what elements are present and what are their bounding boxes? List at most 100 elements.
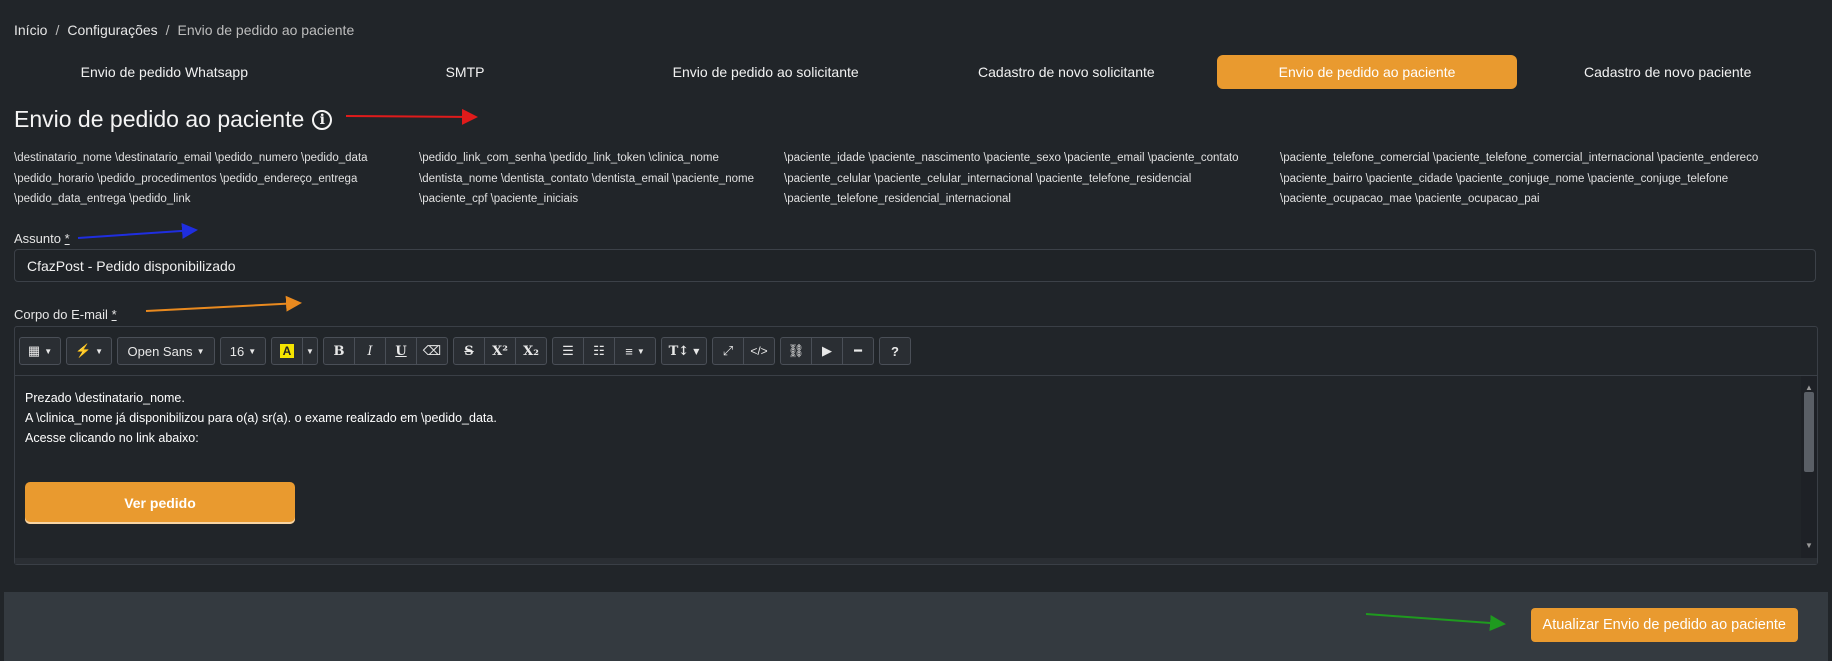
- settings-tabs: Envio de pedido Whatsapp SMTP Envio de p…: [14, 55, 1818, 89]
- variable-line: \paciente_ocupacao_mae \paciente_ocupaca…: [1280, 193, 1540, 205]
- variable-line: \paciente_cpf \paciente_iniciais: [419, 193, 579, 205]
- italic-button[interactable]: I: [354, 337, 386, 365]
- font-family-value: Open Sans: [127, 343, 193, 359]
- eraser-icon: ⌫: [422, 343, 442, 358]
- chevron-down-icon: ▼: [44, 346, 53, 356]
- subscript-button[interactable]: X₂: [515, 337, 547, 365]
- highlight-color-button[interactable]: A: [271, 337, 303, 365]
- chevron-down-icon: ▼: [693, 346, 700, 356]
- page-title-row: Envio de pedido ao paciente i: [14, 106, 333, 133]
- color-dropdown-button[interactable]: ▼: [302, 337, 318, 365]
- tab-envio-paciente[interactable]: Envio de pedido ao paciente: [1216, 55, 1518, 89]
- ver-pedido-button[interactable]: Ver pedido: [25, 482, 295, 524]
- subject-label: Assunto *: [14, 231, 70, 246]
- variables-list: \destinatario_nome \destinatario_email \…: [14, 148, 1824, 210]
- blue-annotation-arrow: [77, 222, 198, 239]
- editor-scrollbar[interactable]: ▲ ▼: [1801, 376, 1817, 558]
- strikethrough-button[interactable]: S: [453, 337, 485, 365]
- save-button[interactable]: Atualizar Envio de pedido ao paciente: [1530, 608, 1798, 642]
- variable-line: \paciente_bairro \paciente_cidade \pacie…: [1280, 172, 1729, 185]
- tab-cadastro-paciente[interactable]: Cadastro de novo paciente: [1517, 55, 1818, 89]
- bullet-list-button[interactable]: ☰: [552, 337, 584, 365]
- fullscreen-button[interactable]: ⤢: [712, 337, 744, 365]
- editor-toolbar: ▦ ▼ ⚡ ▼ Open Sans ▼ 16 ▼ A ▼ B I U ⌫ S X² X₂…: [15, 327, 1817, 376]
- info-icon[interactable]: i: [312, 109, 333, 130]
- variable-line: \pedido_horario \pedido_procedimentos \p…: [14, 172, 358, 185]
- chevron-down-icon: ▼: [248, 346, 257, 356]
- breadcrumb-current: Envio de pedido ao paciente: [177, 22, 355, 38]
- variable-line: \paciente_telefone_residencial_internaci…: [784, 193, 1011, 205]
- align-left-icon: ≡: [625, 343, 633, 359]
- help-button[interactable]: ?: [879, 337, 911, 365]
- variable-line: \dentista_nome \dentista_contato \dentis…: [419, 172, 754, 185]
- scroll-down-icon[interactable]: ▼: [1805, 536, 1813, 556]
- editor-content[interactable]: Prezado \destinatario_nome. A \clinica_n…: [15, 376, 1817, 558]
- chevron-down-icon: ▼: [196, 346, 205, 356]
- orange-annotation-arrow: [145, 295, 302, 312]
- tab-whatsapp[interactable]: Envio de pedido Whatsapp: [14, 55, 315, 89]
- align-button[interactable]: ≡ ▼: [614, 337, 656, 365]
- variables-column-1: \destinatario_nome \destinatario_email \…: [14, 148, 368, 210]
- variables-column-2: \pedido_link_com_senha \pedido_link_toke…: [419, 148, 754, 210]
- line-height-button[interactable]: T↕ ▼: [661, 337, 707, 365]
- tab-envio-solicitante[interactable]: Envio de pedido ao solicitante: [615, 55, 916, 89]
- numbered-list-button[interactable]: ☷: [583, 337, 615, 365]
- highlight-icon: A: [279, 344, 295, 358]
- variable-line: \paciente_telefone_comercial \paciente_t…: [1280, 152, 1759, 164]
- body-label: Corpo do E-mail *: [14, 307, 117, 322]
- table-icon: ▦: [27, 343, 41, 358]
- body-label-text: Corpo do E-mail: [14, 307, 108, 322]
- body-line: Acesse clicando no link abaixo:: [25, 431, 199, 445]
- breadcrumb: Início / Configurações / Envio de pedido ao …: [14, 22, 354, 38]
- superscript-button[interactable]: X²: [484, 337, 516, 365]
- breadcrumb-config[interactable]: Configurações: [67, 22, 157, 38]
- horizontal-rule-button[interactable]: ━: [842, 337, 874, 365]
- variable-line: \pedido_data_entrega \pedido_link: [14, 193, 191, 205]
- link-button[interactable]: ⛓: [780, 337, 812, 365]
- body-line: A \clinica_nome já disponibilizou para o…: [25, 411, 497, 425]
- magic-style-button[interactable]: ⚡ ▼: [66, 337, 112, 365]
- variables-column-4: \paciente_telefone_comercial \paciente_t…: [1280, 148, 1758, 210]
- tab-cadastro-solicitante[interactable]: Cadastro de novo solicitante: [916, 55, 1217, 89]
- footer-bar: Atualizar Envio de pedido ao paciente: [4, 592, 1828, 661]
- variables-column-3: \paciente_idade \paciente_nascimento \pa…: [784, 148, 1239, 210]
- editor-resize-handle[interactable]: [15, 558, 1817, 564]
- red-annotation-arrow: [345, 108, 478, 125]
- required-marker: *: [64, 231, 70, 246]
- text-height-icon: T↕: [668, 343, 690, 359]
- body-line: Prezado \destinatario_nome.: [25, 391, 185, 405]
- page-title: Envio de pedido ao paciente: [14, 106, 305, 132]
- chevron-down-icon: ▼: [306, 346, 314, 356]
- minus-icon: ━: [854, 343, 862, 358]
- video-button[interactable]: ▶: [811, 337, 843, 365]
- code-view-button[interactable]: </>: [743, 337, 775, 365]
- breadcrumb-separator: /: [55, 22, 60, 38]
- variable-line: \destinatario_nome \destinatario_email \…: [14, 152, 368, 164]
- fullscreen-icon: ⤢: [722, 343, 734, 358]
- variable-line: \paciente_idade \paciente_nascimento \pa…: [784, 152, 1239, 164]
- subject-input[interactable]: CfazPost - Pedido disponibilizado: [14, 249, 1816, 282]
- numbered-list-icon: ☷: [593, 343, 605, 358]
- eraser-button[interactable]: ⌫: [416, 337, 448, 365]
- font-family-select[interactable]: Open Sans ▼: [117, 337, 215, 365]
- subject-label-text: Assunto: [14, 231, 61, 246]
- link-icon: ⛓: [787, 343, 805, 358]
- tab-smtp[interactable]: SMTP: [315, 55, 616, 89]
- required-marker: *: [111, 307, 117, 322]
- variable-line: \paciente_celular \paciente_celular_inte…: [784, 172, 1192, 185]
- subject-value: CfazPost - Pedido disponibilizado: [27, 257, 236, 274]
- bold-button[interactable]: B: [323, 337, 355, 365]
- video-icon: ▶: [822, 343, 832, 358]
- email-body-editor: ▦ ▼ ⚡ ▼ Open Sans ▼ 16 ▼ A ▼ B I U ⌫ S X² X₂…: [14, 326, 1818, 565]
- underline-button[interactable]: U: [385, 337, 417, 365]
- chevron-down-icon: ▼: [636, 346, 645, 356]
- magic-wand-icon: ⚡: [74, 343, 92, 358]
- font-size-select[interactable]: 16 ▼: [220, 337, 266, 365]
- bullet-list-icon: ☰: [562, 343, 574, 358]
- scrollbar-thumb[interactable]: [1804, 392, 1814, 472]
- table-button[interactable]: ▦ ▼: [19, 337, 61, 365]
- breadcrumb-home[interactable]: Início: [14, 22, 47, 38]
- breadcrumb-separator: /: [165, 22, 170, 38]
- chevron-down-icon: ▼: [95, 346, 104, 356]
- font-size-value: 16: [229, 343, 245, 359]
